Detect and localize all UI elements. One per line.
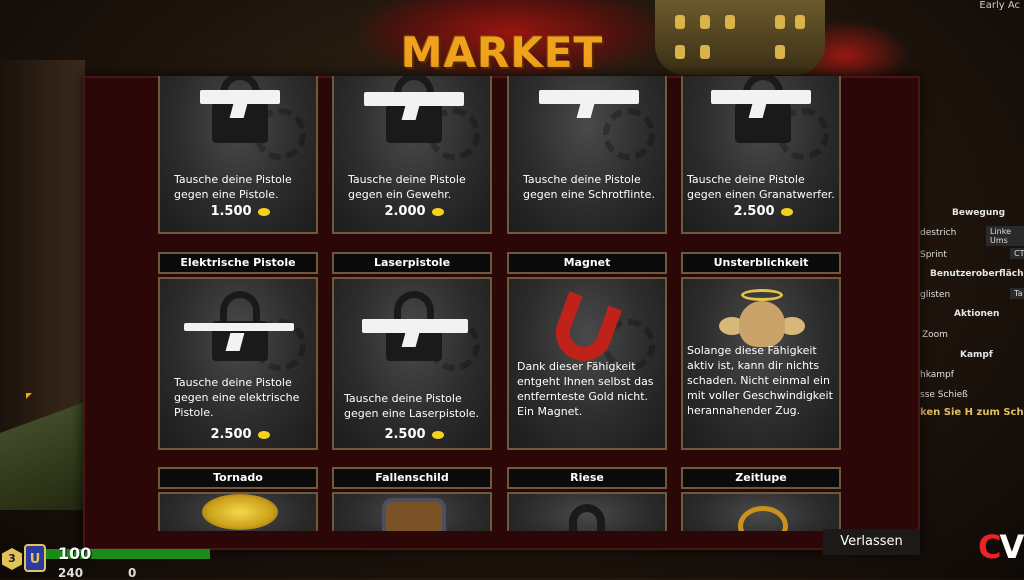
settings-value-2[interactable]: Ta: [1010, 288, 1024, 299]
shop-item-price: 2.500: [334, 427, 494, 442]
shop-item-price: 1.500: [160, 204, 320, 219]
shop-item-description: Tausche deine Pistole gegen eine Pistole…: [174, 173, 292, 201]
settings-row-nahkampf: hkampf: [920, 370, 954, 380]
shield-icon: [382, 498, 446, 531]
shop-item-name: Fallenschild: [332, 467, 492, 489]
shop-item-name: Magnet: [507, 252, 667, 274]
shotgun-weapon-icon: [539, 90, 639, 104]
shop-item-price: 2.000: [334, 204, 494, 219]
shop-item-tile[interactable]: Tausche deine Pistole gegen eine Pistole…: [158, 76, 318, 234]
shop-item-description: Tausche deine Pistole gegen eine Schrotf…: [523, 173, 655, 201]
settings-value-0[interactable]: Linke Ums: [986, 226, 1024, 246]
shop-item-description: Tausche deine Pistole gegen eine elektri…: [174, 376, 300, 419]
skull-icon: [739, 301, 785, 347]
shop-item-name: Zeitlupe: [681, 467, 841, 489]
early-access-badge: Early Ac: [979, 0, 1020, 11]
electric-pistol-icon: [184, 323, 294, 331]
shop-item-tile[interactable]: Dank dieser Fähigkeit entgeht Ihnen selb…: [507, 277, 667, 450]
shop-item-tile[interactable]: [681, 492, 841, 531]
exit-button[interactable]: Verlassen: [823, 529, 920, 555]
settings-heading-bewegung: Bewegung: [952, 208, 1006, 218]
grenade-launcher-icon: [711, 90, 811, 104]
lock-icon: [569, 504, 605, 531]
halo-icon: [741, 289, 783, 301]
magnet-icon: [548, 291, 622, 369]
shop-item-price: 2.500: [683, 204, 843, 219]
level-badge: 3: [2, 548, 22, 570]
settings-heading-aktionen: Aktionen: [954, 309, 1000, 319]
shop-item-name: Tornado: [158, 467, 318, 489]
settings-row-listen: glisten: [920, 290, 951, 300]
shop-item-name: Laserpistole: [332, 252, 492, 274]
gold-coin-icon: [431, 430, 444, 439]
shop-grid: Tausche deine Pistole gegen eine Pistole…: [83, 76, 920, 531]
shop-item-tile[interactable]: Tausche deine Pistole gegen eine Laserpi…: [332, 277, 492, 450]
class-badge: U: [24, 544, 46, 572]
pistol-weapon-icon: [200, 90, 280, 104]
shop-item-description: Dank dieser Fähigkeit entgeht Ihnen selb…: [517, 360, 654, 418]
channel-logo: CV: [978, 528, 1024, 566]
shop-item-tile[interactable]: Tausche deine Pistole gegen ein Gewehr. …: [332, 76, 492, 234]
settings-row-zoom: Zoom: [922, 330, 948, 340]
controls-settings-panel: Bewegung destrich Linke Ums Sprint CT Be…: [920, 200, 1024, 430]
shop-item-price: 2.500: [160, 427, 320, 442]
stopwatch-icon: [738, 506, 788, 531]
shop-item-description: Tausche deine Pistole gegen eine Laserpi…: [344, 392, 480, 420]
settings-heading-ui: Benutzeroberfläche: [930, 269, 1024, 279]
gear-decoration-icon: [603, 108, 655, 160]
health-value: 100: [58, 544, 92, 563]
gold-coin-icon: [257, 207, 270, 216]
shop-item-tile[interactable]: Tausche deine Pistole gegen eine elektri…: [158, 277, 318, 450]
settings-heading-kampf: Kampf: [960, 350, 993, 360]
close-hint: ken Sie H zum Schli: [920, 407, 1024, 418]
shop-item-tile[interactable]: Tausche deine Pistole gegen einen Granat…: [681, 76, 841, 234]
gold-coin-icon: [431, 207, 444, 216]
market-title: MARKET: [400, 28, 604, 77]
settings-row-schiessen: sse Schieß: [920, 390, 968, 400]
shop-item-description: Tausche deine Pistole gegen einen Granat…: [687, 173, 835, 201]
settings-value-1[interactable]: CT: [1010, 248, 1024, 259]
shop-item-name: Riese: [507, 467, 667, 489]
tornado-icon: [202, 494, 278, 530]
shop-item-name: Elektrische Pistole: [158, 252, 318, 274]
shop-item-tile[interactable]: [332, 492, 492, 531]
shop-item-tile[interactable]: Tausche deine Pistole gegen eine Schrotf…: [507, 76, 667, 234]
laser-pistol-icon: [362, 319, 468, 333]
gold-coin-icon: [257, 430, 270, 439]
shop-item-description: Solange diese Fähigkeit aktiv ist, kann …: [687, 344, 833, 417]
shop-item-tile[interactable]: Solange diese Fähigkeit aktiv ist, kann …: [681, 277, 841, 450]
settings-row-strich: destrich: [920, 228, 957, 238]
rifle-weapon-icon: [364, 92, 464, 106]
settings-row-sprint: Sprint: [920, 250, 947, 260]
shop-item-tile[interactable]: [507, 492, 667, 531]
shop-item-tile[interactable]: [158, 492, 318, 531]
shop-item-name: Unsterblichkeit: [681, 252, 841, 274]
mouse-cursor-icon: [26, 393, 32, 399]
shop-item-description: Tausche deine Pistole gegen ein Gewehr.: [348, 173, 466, 201]
gold-coin-icon: [780, 207, 793, 216]
